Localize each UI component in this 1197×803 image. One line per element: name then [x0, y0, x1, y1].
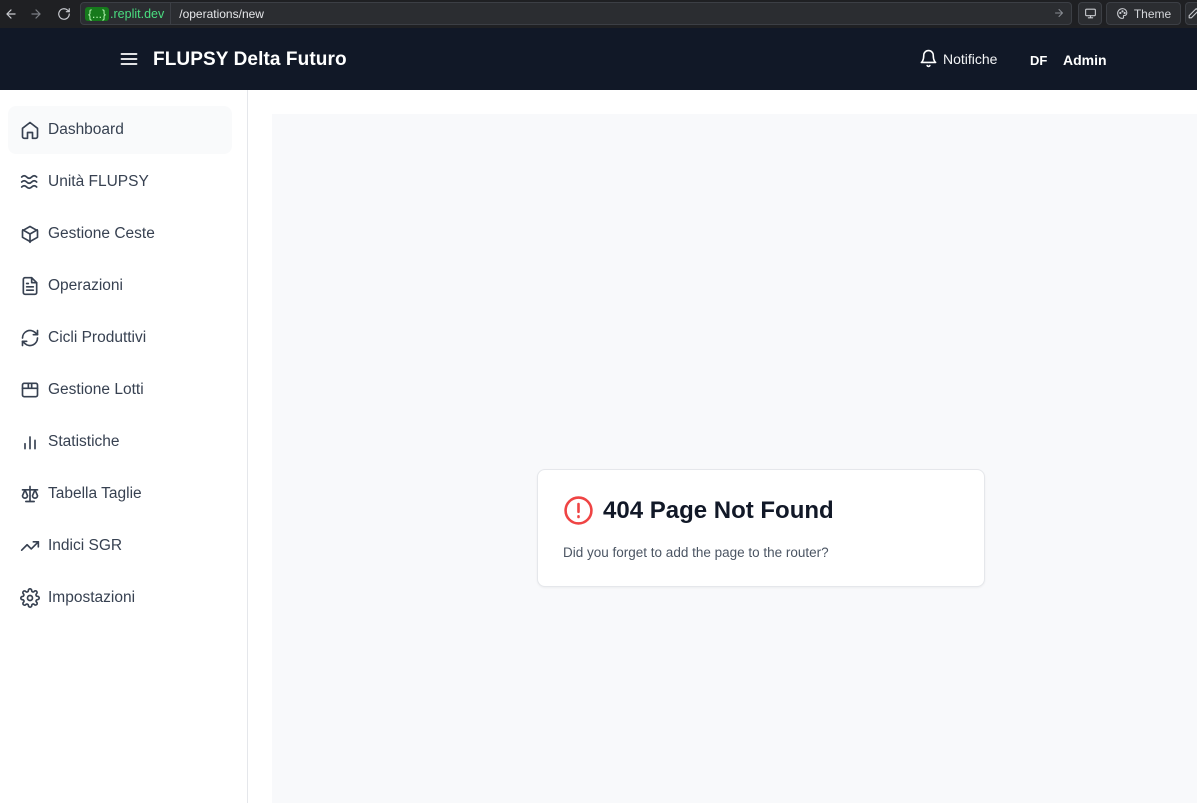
sidebar-item-label: Tabella Taglie	[48, 485, 142, 502]
notifications-label: Notifiche	[943, 50, 998, 67]
sidebar-item-label: Gestione Ceste	[48, 225, 155, 242]
sidebar: Dashboard Unità FLUPSY Gestione Ceste Op…	[0, 90, 248, 803]
file-text-icon	[22, 276, 38, 296]
sidebar-item-cicli-produttivi[interactable]: Cicli Produttivi	[8, 314, 232, 362]
scale-icon	[21, 485, 39, 503]
sidebar-item-label: Unità FLUPSY	[48, 173, 149, 190]
error-message: Did you forget to add the page to the ro…	[563, 545, 829, 560]
sidebar-item-dashboard[interactable]: Dashboard	[8, 106, 232, 154]
reload-icon	[58, 8, 70, 20]
refresh-icon	[21, 329, 39, 347]
monitor-icon	[1084, 8, 1096, 19]
arrow-right-icon[interactable]	[1053, 7, 1065, 19]
palette-icon	[1116, 8, 1128, 19]
theme-label: Theme	[1133, 6, 1172, 21]
url-tag: {...}	[85, 6, 110, 21]
devtools-button[interactable]	[1078, 2, 1102, 25]
waves-icon	[20, 174, 38, 190]
pencil-icon	[1188, 8, 1197, 19]
alert-circle-icon	[564, 496, 593, 525]
url-host-text: .replit.dev	[110, 6, 165, 21]
card-header: 404 Page Not Found	[563, 495, 834, 526]
bar-chart-icon	[24, 436, 36, 450]
avatar[interactable]: DF	[1030, 53, 1047, 68]
sidebar-item-tabella-taglie[interactable]: Tabella Taglie	[8, 470, 232, 518]
error-title: 404 Page Not Found	[603, 496, 834, 524]
menu-button[interactable]	[118, 49, 140, 69]
sidebar-item-label: Indici SGR	[48, 537, 123, 554]
main-area: 404 Page Not Found Did you forget to add…	[248, 90, 1197, 803]
arrow-right-icon	[31, 9, 41, 19]
content-panel: 404 Page Not Found Did you forget to add…	[272, 114, 1197, 803]
forward-button[interactable]	[25, 2, 47, 26]
address-bar[interactable]: {...} .replit.dev /operations/new	[80, 2, 1072, 25]
sidebar-item-label: Cicli Produttivi	[48, 329, 147, 346]
package-icon	[21, 382, 39, 398]
browser-toolbar: {...} .replit.dev /operations/new Theme	[0, 0, 1197, 28]
sidebar-item-statistiche[interactable]: Statistiche	[8, 418, 232, 466]
settings-icon	[20, 588, 40, 608]
not-found-card: 404 Page Not Found Did you forget to add…	[537, 469, 985, 587]
sidebar-item-impostazioni[interactable]: Impostazioni	[8, 574, 232, 622]
sidebar-item-gestione-lotti[interactable]: Gestione Lotti	[8, 366, 232, 414]
bell-icon	[920, 49, 937, 68]
sidebar-item-unita-flupsy[interactable]: Unità FLUPSY	[8, 158, 232, 206]
app-title: FLUPSY Delta Futuro	[153, 49, 347, 70]
trending-up-icon	[20, 541, 40, 551]
hamburger-icon	[120, 53, 138, 65]
box-icon	[21, 225, 39, 244]
sidebar-item-label: Statistiche	[48, 433, 120, 450]
arrow-left-icon	[6, 9, 16, 19]
theme-button[interactable]: Theme	[1106, 2, 1181, 25]
sidebar-item-label: Gestione Lotti	[48, 381, 144, 398]
url-host: {...} .replit.dev	[81, 3, 172, 24]
url-path: /operations/new	[179, 6, 264, 21]
notifications-button[interactable]: Notifiche	[919, 49, 997, 68]
app-header: FLUPSY Delta Futuro Notifiche DF Admin	[0, 28, 1197, 90]
back-button[interactable]	[0, 2, 22, 26]
edit-button[interactable]	[1185, 2, 1197, 25]
reload-button[interactable]	[53, 2, 75, 26]
sidebar-item-label: Operazioni	[48, 277, 123, 294]
sidebar-item-indici-sgr[interactable]: Indici SGR	[8, 522, 232, 570]
sidebar-item-label: Dashboard	[48, 121, 124, 138]
user-name[interactable]: Admin	[1063, 52, 1107, 68]
home-icon	[21, 121, 39, 140]
sidebar-item-operazioni[interactable]: Operazioni	[8, 262, 232, 310]
sidebar-item-label: Impostazioni	[48, 589, 136, 606]
sidebar-item-gestione-ceste[interactable]: Gestione Ceste	[8, 210, 232, 258]
